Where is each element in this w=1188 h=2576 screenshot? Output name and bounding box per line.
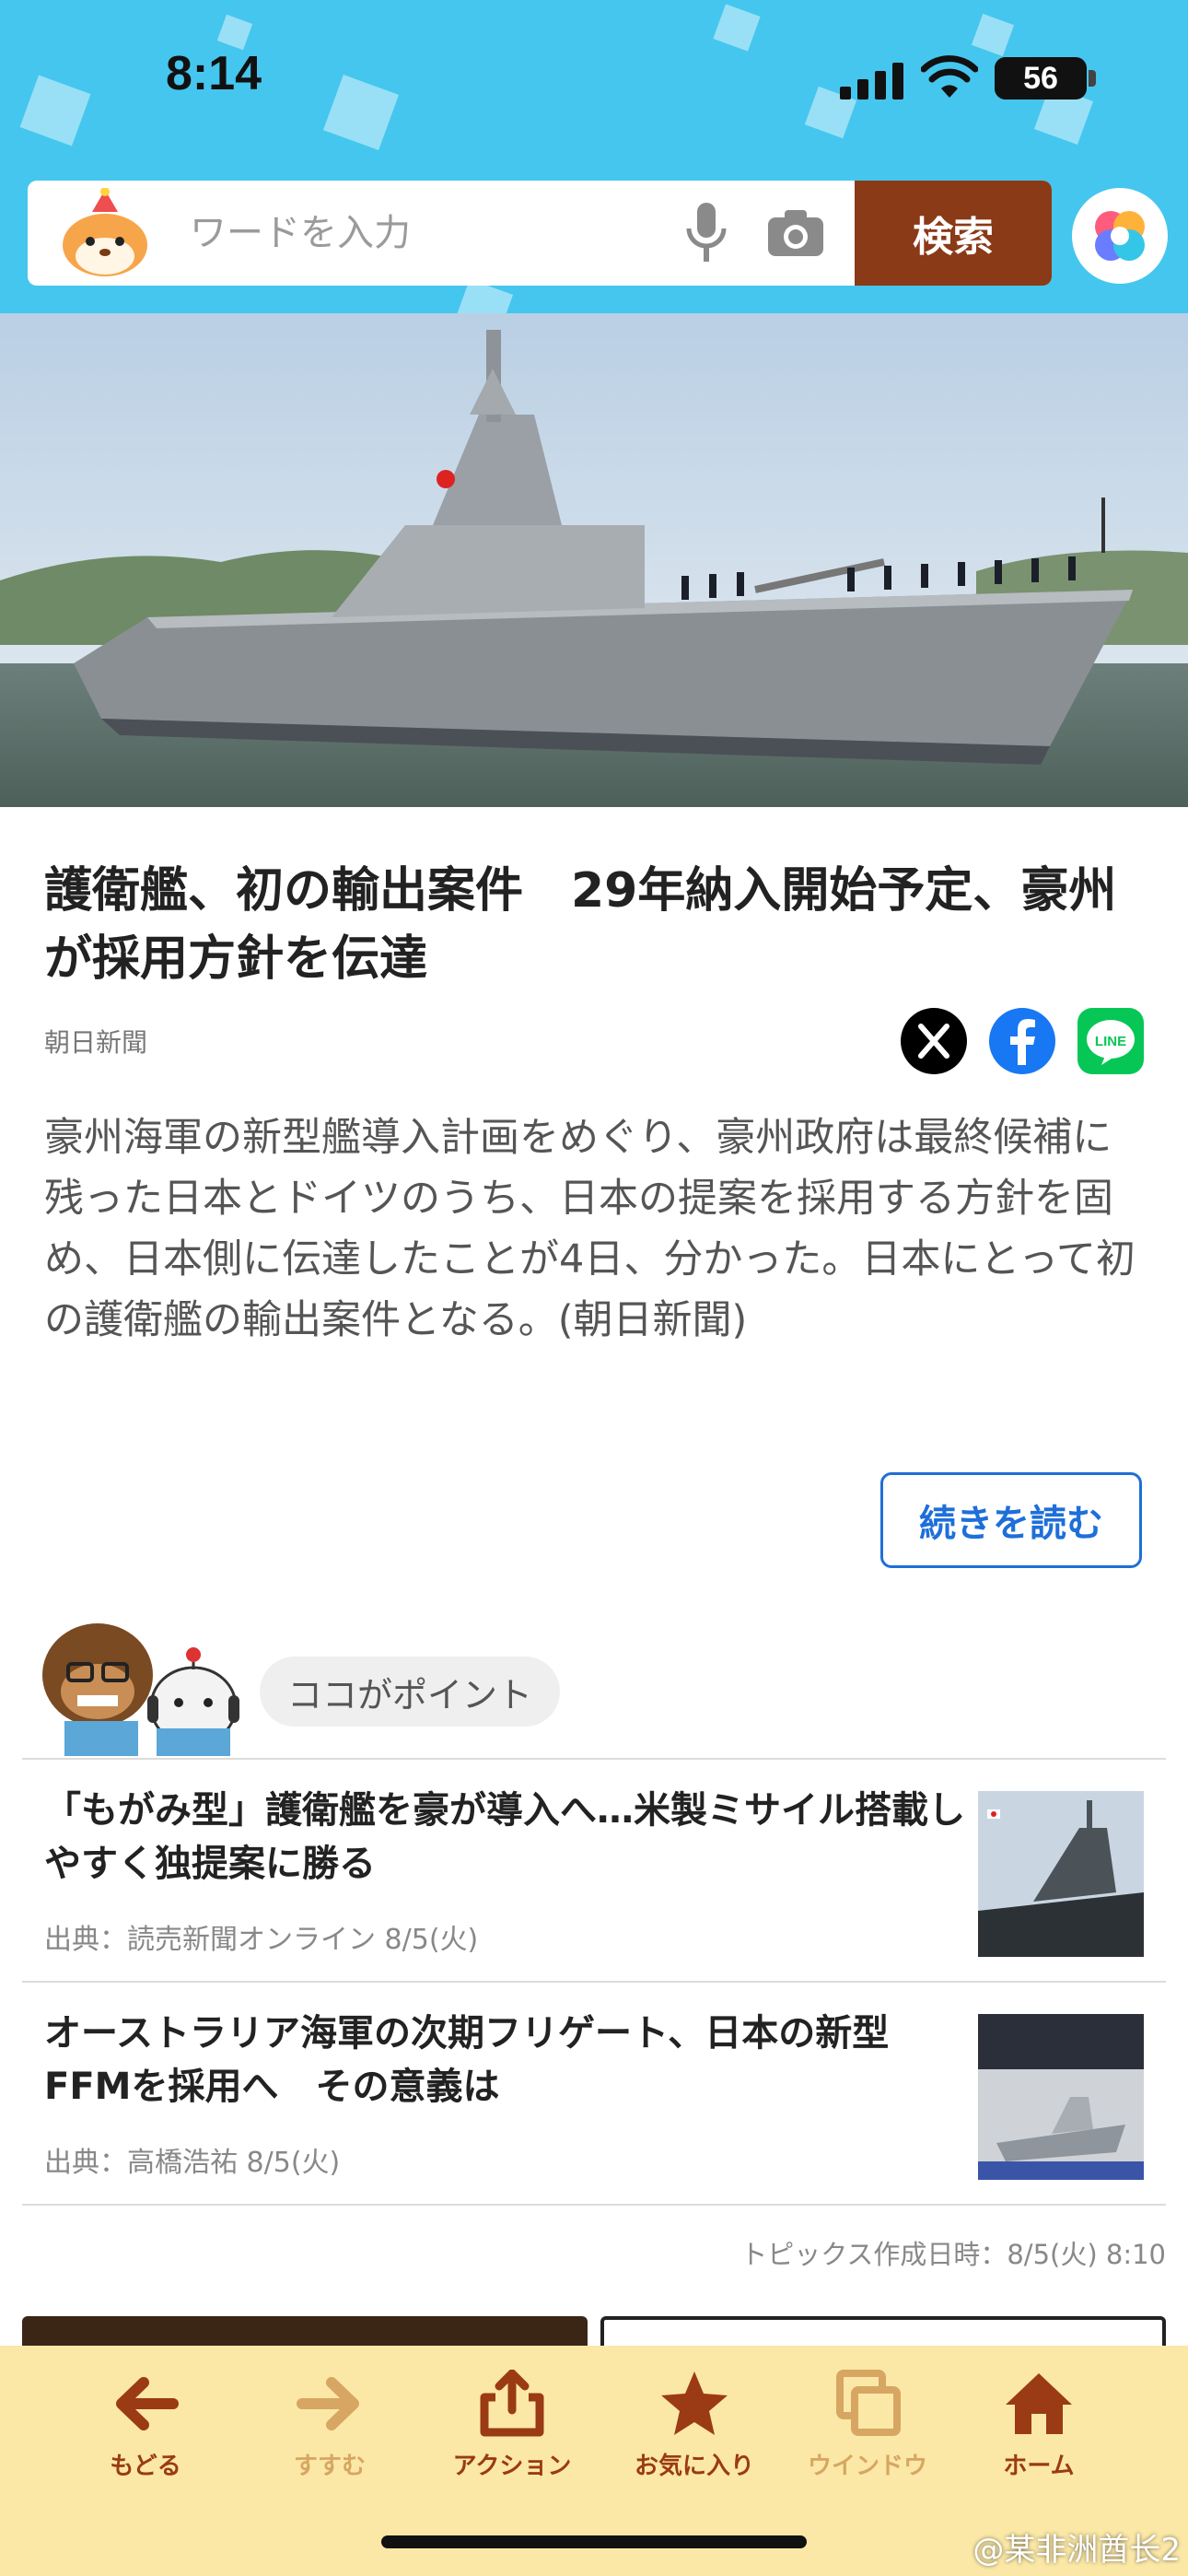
related-article-item[interactable]: 「もがみ型」護衛艦を豪が導入へ…米製ミサイル搭載しやすく独提案に勝る 出典：読売… (22, 1760, 1166, 1981)
related-article-thumbnail (978, 2014, 1144, 2180)
assistant-button[interactable] (1072, 188, 1168, 284)
article-title: 護衛艦、初の輸出案件 29年納入開始予定、豪州が採用方針を伝達 (44, 863, 1117, 987)
windows-icon (836, 2370, 901, 2436)
share-x-button[interactable] (901, 1008, 967, 1074)
star-icon (661, 2371, 728, 2435)
toolbar-label: ウインドウ (807, 2453, 927, 2480)
wifi-icon (921, 55, 978, 98)
app-header: 8:14 56 ワードを入力 検索 (0, 0, 1188, 313)
warship-photo (0, 313, 1188, 807)
points-mascots-icon (42, 1623, 239, 1756)
topic-timestamp: トピックス作成日時：8/5(火) 8:10 (740, 2239, 1166, 2270)
arrow-left-icon (116, 2377, 179, 2430)
battery-level-text: 56 (1023, 61, 1058, 96)
share-icon (480, 2370, 544, 2437)
watermark: @某非洲酋长2 (973, 2532, 1181, 2569)
related-article-meta: 出典：高橋浩祐 8/5(火) (44, 2147, 341, 2179)
related-article-title: 「もがみ型」護衛艦を豪が導入へ…米製ミサイル搭載しやすく独提案に勝る (44, 1789, 965, 1885)
battery-cap (1089, 70, 1096, 87)
divider (22, 2204, 1166, 2206)
toolbar-favorites-button[interactable]: お気に入り (611, 2370, 777, 2489)
arrow-right-icon (297, 2377, 359, 2430)
article-summary: 豪州海軍の新型艦導入計画をめぐり、豪州政府は最終候補に残った日本とドイツのうち、… (44, 1115, 1136, 1343)
signal-icon (840, 63, 903, 100)
toolbar-label: アクション (452, 2453, 572, 2480)
search-input[interactable] (190, 201, 669, 265)
read-more-button[interactable]: 続きを読む (880, 1472, 1142, 1568)
related-article-title: オーストラリア海軍の次期フリゲート、日本の新型FFMを採用へ その意義は (44, 2012, 890, 2108)
article-source[interactable]: 朝日新聞 (44, 1023, 147, 1060)
toolbar-home-button[interactable]: ホーム (956, 2370, 1122, 2489)
share-facebook-button[interactable] (989, 1008, 1055, 1074)
x-icon (918, 1024, 949, 1059)
related-article-meta: 出典：読売新聞オンライン 8/5(火) (44, 1924, 479, 1956)
mascot-icon[interactable] (55, 188, 155, 280)
related-article-thumbnail (978, 1791, 1144, 1957)
toolbar-forward-button[interactable]: すすむ (247, 2370, 413, 2489)
home-indicator[interactable] (381, 2535, 807, 2548)
points-label: ココがポイント (260, 1657, 561, 1727)
status-bar: 8:14 56 (0, 0, 1188, 157)
toolbar-label: すすむ (293, 2453, 366, 2480)
toolbar-label: もどる (110, 2453, 181, 2480)
toolbar-back-button[interactable]: もどる (63, 2370, 228, 2489)
assistant-icon (1095, 211, 1145, 261)
related-article-item[interactable]: オーストラリア海軍の次期フリゲート、日本の新型FFMを採用へ その意義は 出典：… (22, 1983, 1166, 2204)
search-bar: 検索 (28, 181, 1052, 286)
article-hero-image[interactable] (0, 313, 1188, 807)
share-line-button[interactable]: LINE (1077, 1008, 1144, 1074)
line-icon: LINE (1087, 1020, 1135, 1065)
line-icon-text: LINE (1095, 1034, 1126, 1049)
mic-icon[interactable] (683, 201, 729, 265)
status-time: 8:14 (166, 47, 262, 100)
search-button[interactable]: 検索 (855, 181, 1052, 286)
toolbar-label: ホーム (1003, 2453, 1075, 2480)
battery-icon: 56 (995, 57, 1087, 100)
toolbar-window-button[interactable]: ウインドウ (785, 2370, 950, 2489)
facebook-icon (1010, 1019, 1035, 1065)
toolbar-action-button[interactable]: アクション (429, 2370, 595, 2489)
home-icon (1006, 2373, 1072, 2434)
camera-icon[interactable] (766, 208, 825, 258)
toolbar-label: お気に入り (634, 2453, 754, 2480)
